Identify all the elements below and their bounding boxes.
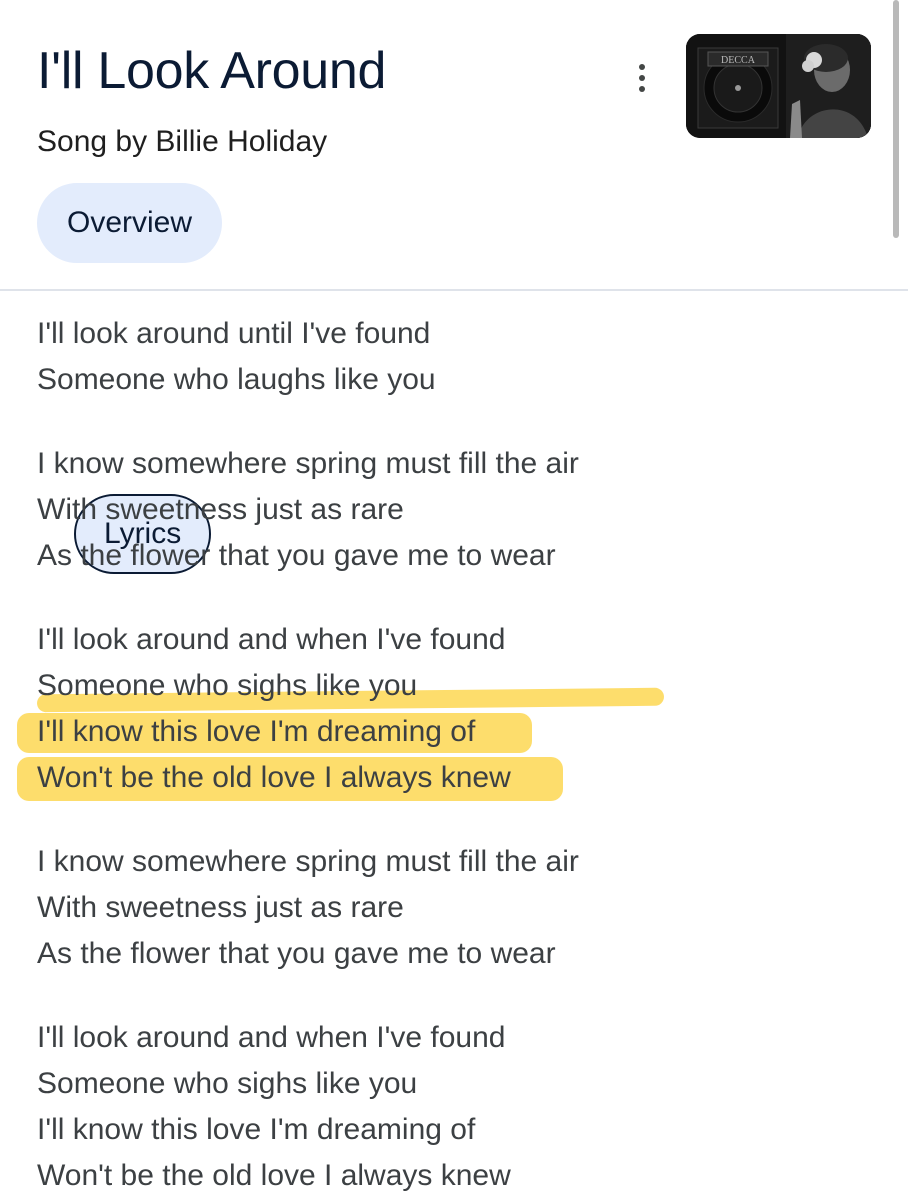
scrollbar[interactable]	[893, 0, 899, 238]
lyrics-panel: I'll Look Around Song by Billie Holiday …	[0, 0, 908, 1200]
lyrics-stanza: I'll look around and when I've found Som…	[37, 1015, 579, 1199]
tab-overview[interactable]: Overview	[37, 183, 223, 263]
lyric-line: I'll know this love I'm dreaming of	[37, 1113, 476, 1146]
lyric-line: Won't be the old love I always knew	[37, 1159, 511, 1192]
lyric-line: I'll look around and when I've found	[37, 623, 506, 656]
svg-text:DECCA: DECCA	[721, 55, 756, 66]
lyric-line: I'll look around and when I've found	[37, 1021, 506, 1054]
song-title: I'll Look Around	[37, 42, 387, 100]
lyric-line: With sweetness just as rare	[37, 493, 404, 526]
lyric-line: As the flower that you gave me to wear	[37, 937, 556, 970]
lyrics-stanza: I'll look around and when I've found Som…	[17, 617, 664, 801]
lyrics-body: I'll look around until I've found Someon…	[17, 311, 664, 1200]
more-vert-icon	[639, 64, 645, 70]
lyric-line-highlighted: I'll know this love I'm dreaming of	[17, 709, 579, 755]
lyric-line-highlighted: Won't be the old love I always knew	[17, 755, 579, 801]
more-vert-icon-dot	[639, 75, 645, 81]
lyrics-stanza: I know somewhere spring must fill the ai…	[37, 441, 579, 579]
album-art-image: DECCA	[686, 34, 871, 138]
divider	[0, 289, 908, 291]
lyric-line: Someone who sighs like you	[37, 1067, 418, 1100]
album-art-thumbnail[interactable]: DECCA	[686, 34, 871, 138]
tab-bar: Overview Lyrics	[37, 183, 223, 574]
lyric-line: I'll look around until I've found	[37, 317, 431, 350]
more-options-button[interactable]	[622, 56, 662, 100]
lyric-line: I know somewhere spring must fill the ai…	[37, 447, 579, 480]
lyric-line: I know somewhere spring must fill the ai…	[37, 845, 579, 878]
lyric-line-highlighted-partial: Someone who sighs like you	[36, 663, 664, 713]
lyric-line: Someone who laughs like you	[37, 363, 436, 396]
lyrics-stanza: I'll look around until I've found Someon…	[37, 311, 579, 403]
more-vert-icon-dot	[639, 86, 645, 92]
song-subtitle: Song by Billie Holiday	[37, 125, 328, 158]
lyric-line: As the flower that you gave me to wear	[37, 539, 556, 572]
lyric-line: With sweetness just as rare	[37, 891, 404, 924]
lyrics-stanza: I know somewhere spring must fill the ai…	[37, 839, 579, 977]
